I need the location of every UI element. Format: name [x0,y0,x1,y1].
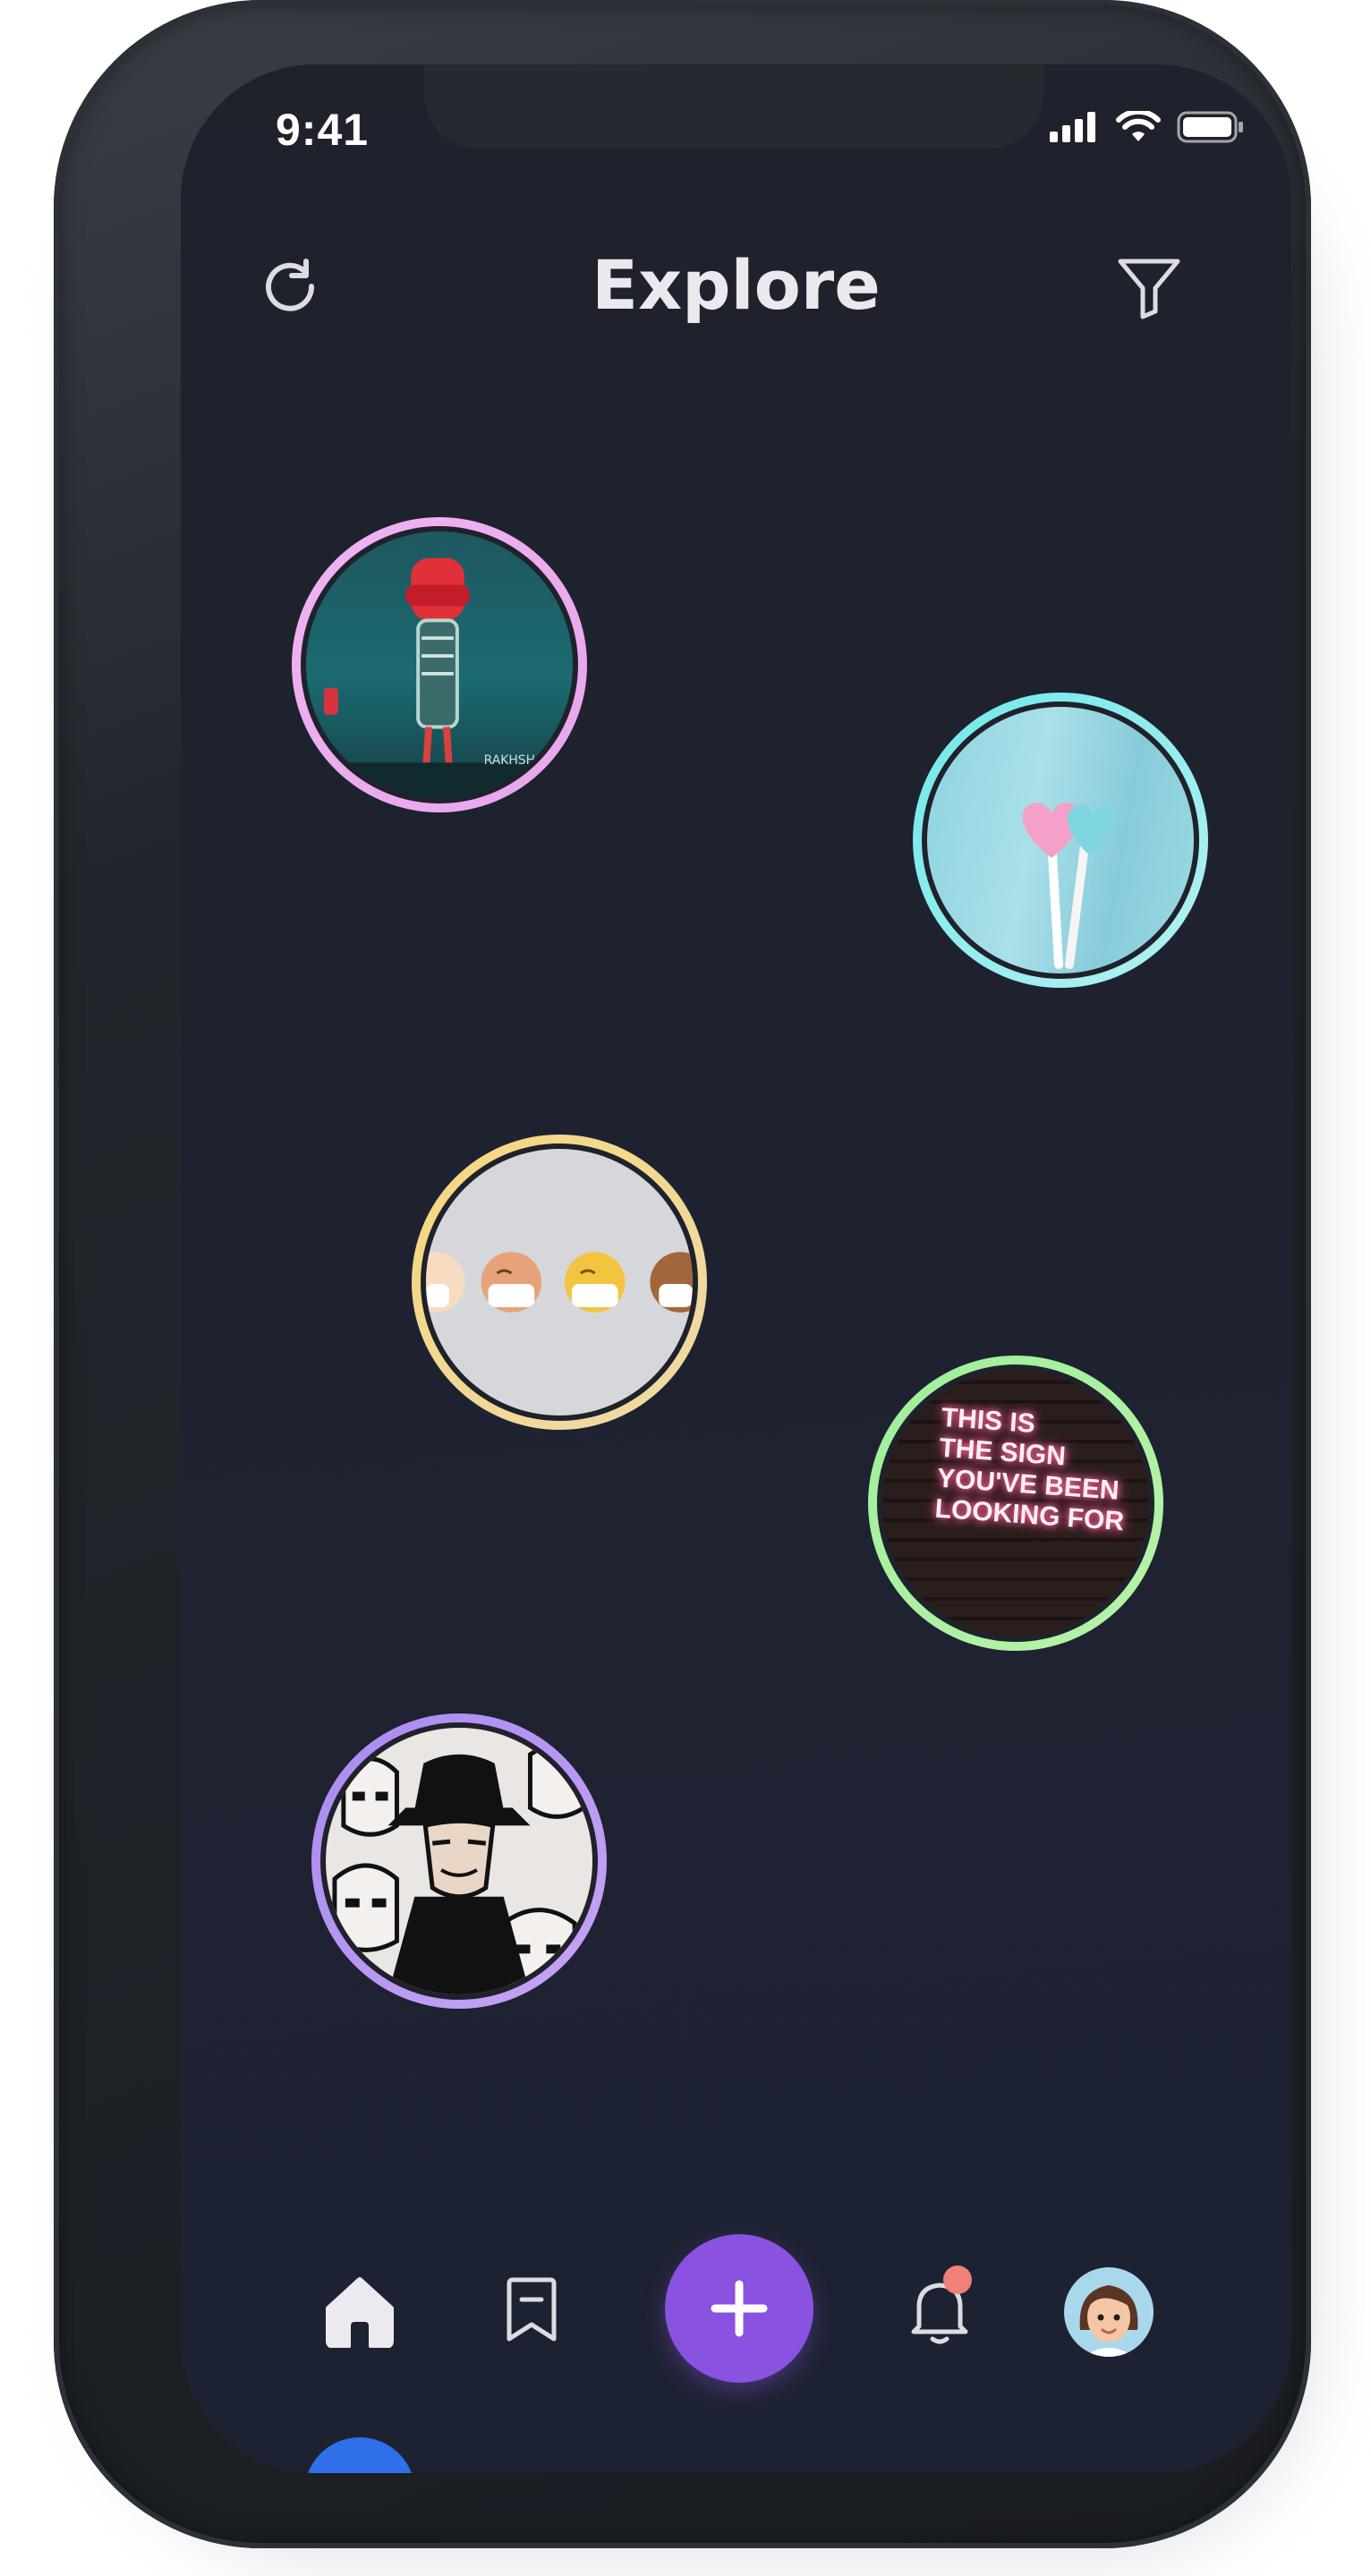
phone-frame: 9:41 Explore RAKHSHAN THIS IS THE SIGN Y… [54,0,1311,2548]
stormtroopers-comic-icon [332,1743,586,1994]
neon-sign-text: THIS IS THE SIGN YOU'VE BEEN LOOKING FOR [934,1403,1132,1537]
story-bubble-1[interactable]: RAKHSHAN [292,517,587,812]
app-screen: 9:41 Explore RAKHSHAN THIS IS THE SIGN Y… [181,64,1291,2473]
notification-dot [943,2266,972,2294]
profile-avatar[interactable] [1064,2267,1154,2357]
signal-icon [1050,112,1095,142]
add-icon [711,2280,768,2337]
filter-icon [1118,259,1180,319]
add-post-button[interactable] [665,2234,813,2383]
avatar-memoji-icon [1079,2285,1138,2357]
masked-emoji-row-icon [426,1252,693,1313]
story-image-stormtroopers [326,1728,592,1994]
story-bubble-3[interactable] [412,1135,707,1430]
filter-button[interactable] [1104,243,1194,333]
story-bubble-5[interactable] [311,1713,607,2009]
home-icon [326,2277,394,2348]
bookmark-icon [507,2277,557,2342]
wifi-icon [1116,111,1161,141]
heart-lollipops-icon [1022,803,1116,970]
skeleton-figure-icon: RAKHSHAN [306,557,573,798]
status-icons [1050,111,1245,143]
story-image-masked-emojis [426,1149,693,1416]
story-image-neon-sign: THIS IS THE SIGN YOU'VE BEEN LOOKING FOR [882,1370,1149,1637]
svg-text:RAKHSHAN: RAKHSHAN [484,753,553,768]
battery-icon [1177,111,1243,143]
phone-notch [424,64,1043,149]
story-bubble-2[interactable] [913,693,1208,988]
status-time: 9:41 [276,105,370,155]
story-bubble-4[interactable]: THIS IS THE SIGN YOU'VE BEEN LOOKING FOR [868,1356,1163,1651]
nav-home-button[interactable] [315,2266,404,2355]
story-image-lollipops [927,707,1194,973]
story-image-skeleton: RAKHSHAN [306,531,573,798]
nav-bookmark-button[interactable] [487,2266,576,2355]
